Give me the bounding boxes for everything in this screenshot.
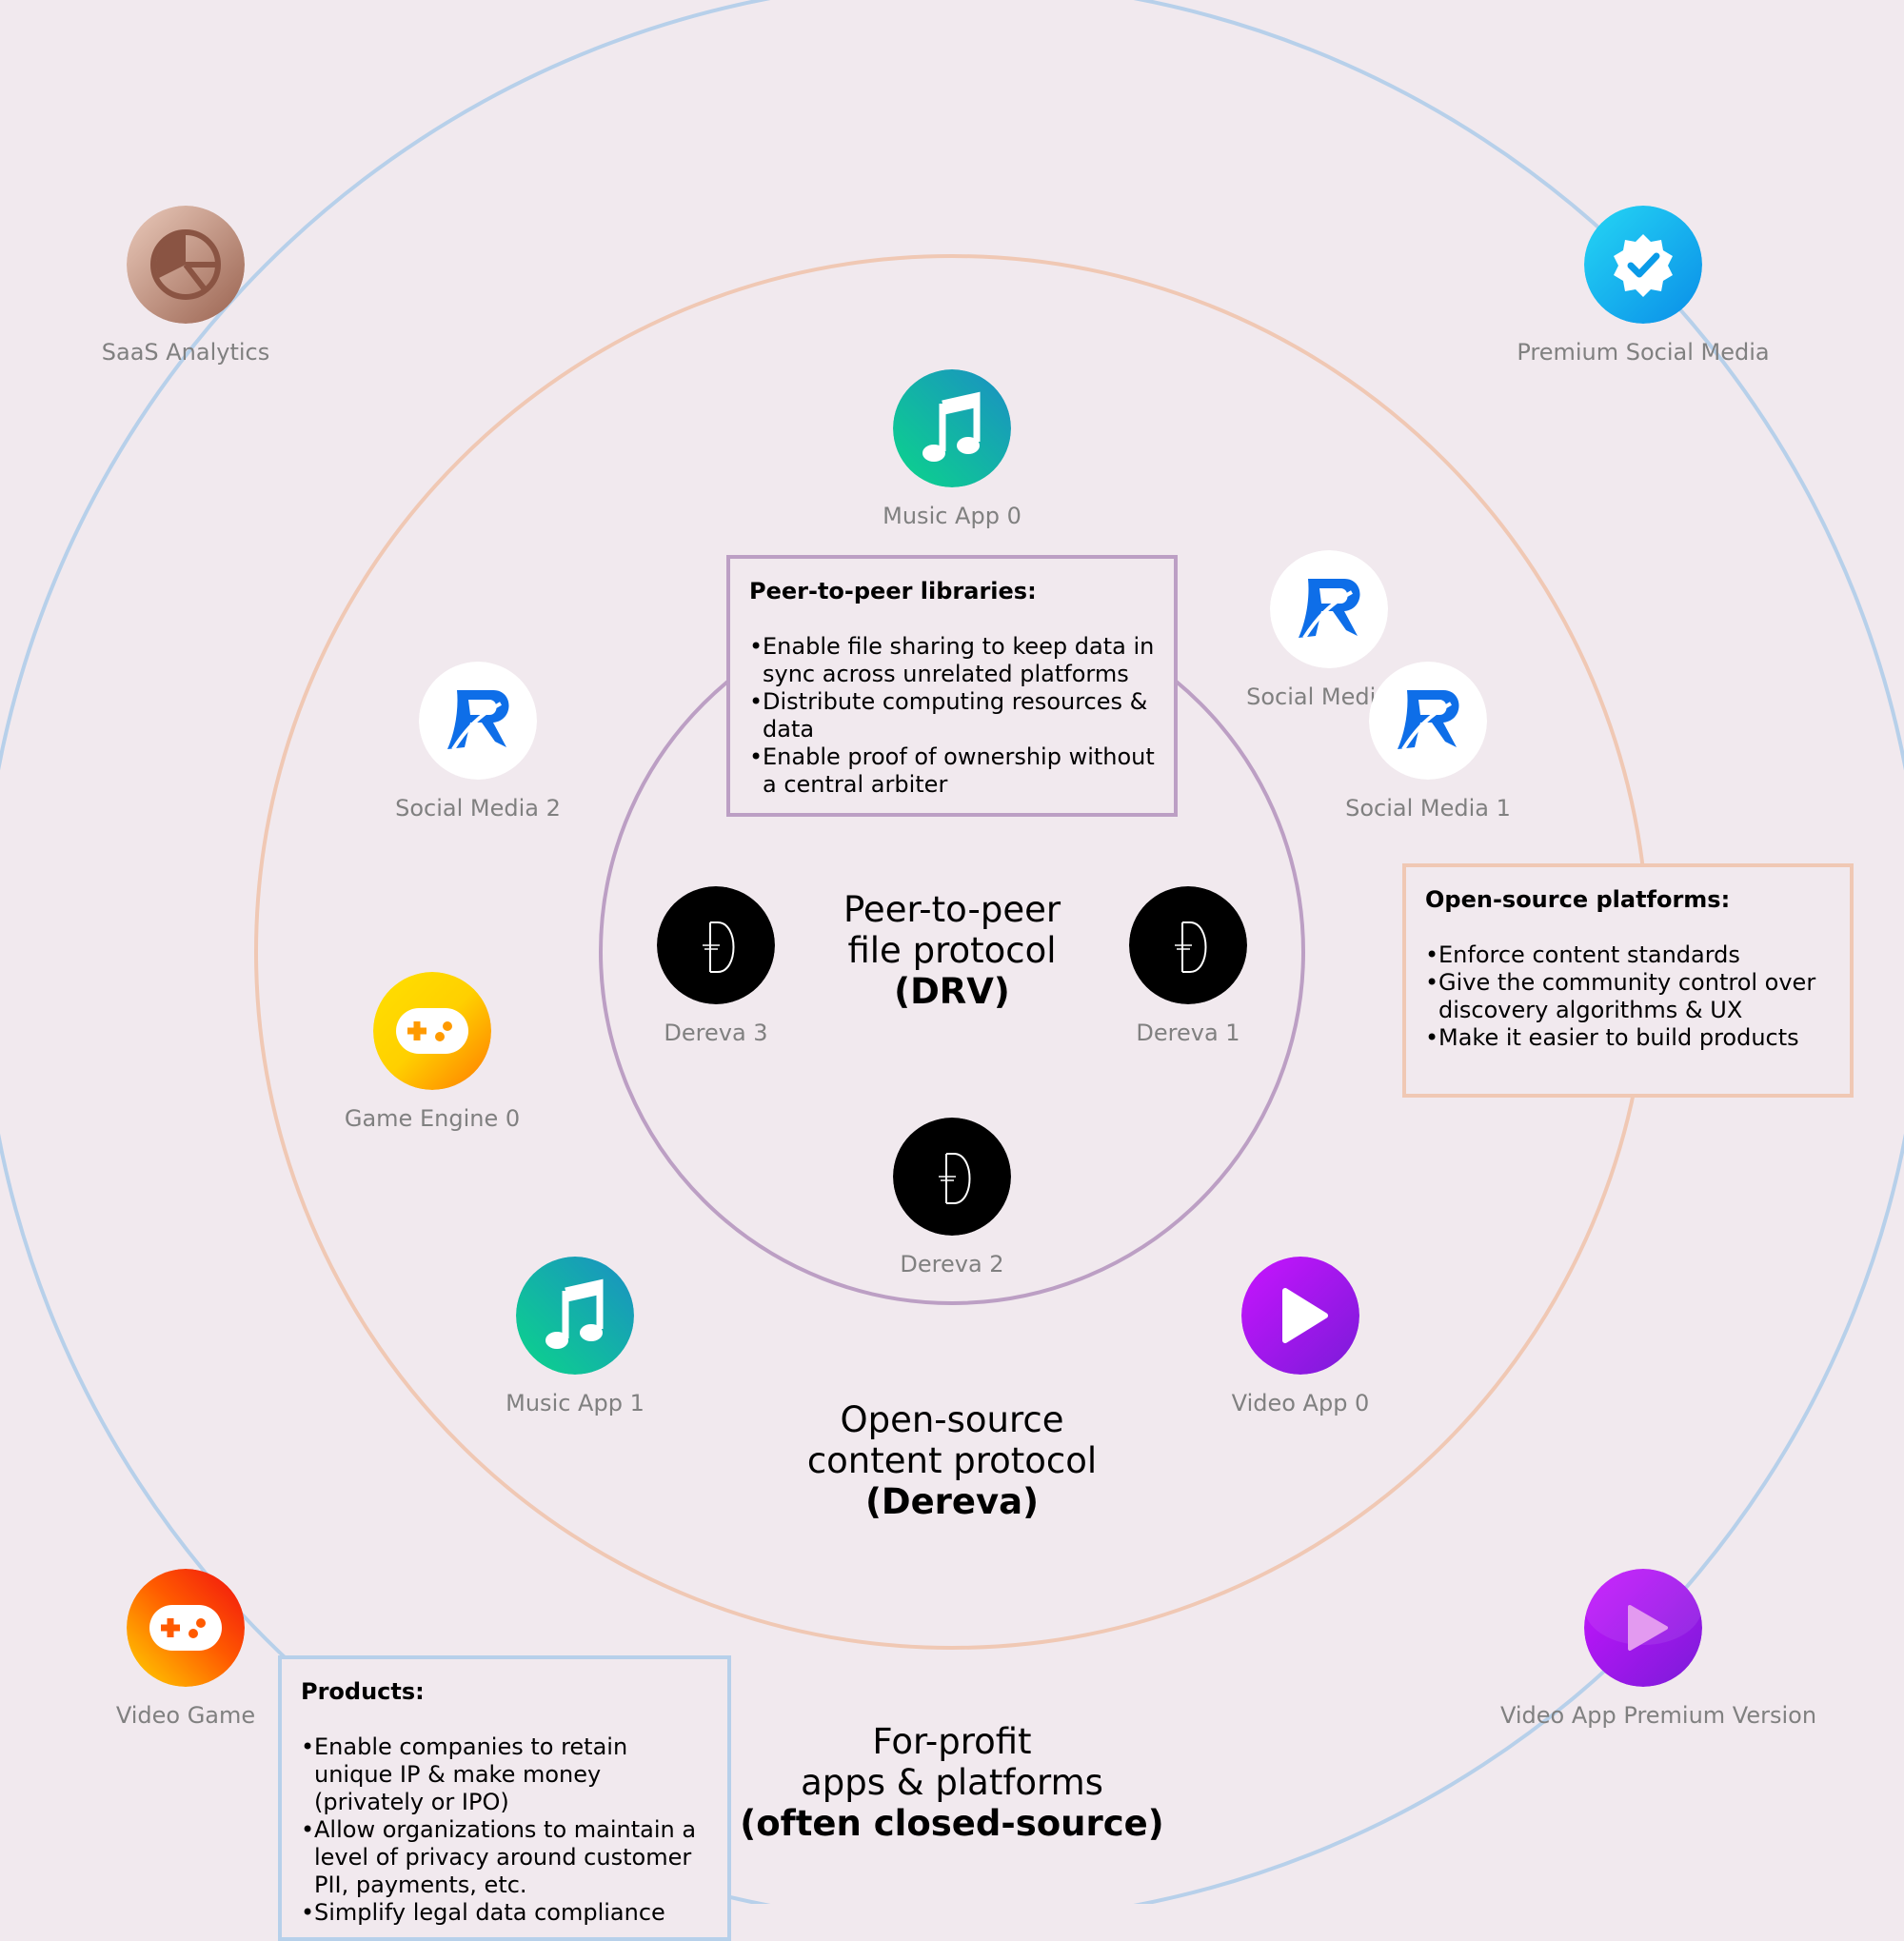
forprofit-label-line2: apps & platforms [801, 1762, 1103, 1803]
box-item: Give the community control over discover… [1425, 969, 1831, 1024]
node-video-app-premium[interactable]: Video App Premium Version [1500, 1569, 1817, 1729]
node-premium-social-media[interactable]: Premium Social Media [1500, 206, 1786, 366]
p2p-libraries-box: Peer-to-peer libraries: Enable file shar… [726, 555, 1178, 817]
open-source-platforms-box: Open-source platforms: Enforce content s… [1402, 863, 1854, 1098]
box-item: Simplify legal data compliance [301, 1899, 708, 1927]
node-label: Social Media 2 [395, 795, 561, 822]
music-note-icon [516, 1257, 634, 1375]
node-game-engine-0[interactable]: Game Engine 0 [289, 972, 575, 1132]
quill-r-logo-icon [419, 662, 537, 780]
dereva-label-line3: (Dereva) [864, 1481, 1040, 1522]
box-list: Enable companies to retain unique IP & m… [301, 1733, 708, 1927]
dereva-protocol-label: Open-source content protocol (Dereva) [666, 1399, 1238, 1522]
dereva-logo-icon [657, 886, 775, 1004]
box-title: Products: [301, 1678, 425, 1705]
box-list: Enable file sharing to keep data in sync… [749, 633, 1155, 799]
dereva-label-line1: Open-source [840, 1399, 1064, 1440]
play-icon [1241, 1257, 1359, 1375]
node-label: Dereva 3 [664, 1020, 768, 1046]
music-note-icon [893, 369, 1011, 487]
quill-r-logo-icon [1270, 550, 1388, 668]
node-label: Dereva 1 [1136, 1020, 1240, 1046]
quill-r-logo-icon [1369, 662, 1487, 780]
box-item: Make it easier to build products [1425, 1024, 1831, 1052]
forprofit-label-line1: For-profit [872, 1721, 1032, 1762]
node-label: Music App 0 [883, 503, 1021, 529]
box-item: Allow organizations to maintain a level … [301, 1816, 708, 1899]
node-label: Music App 1 [506, 1390, 645, 1416]
node-social-media-2[interactable]: Social Media 2 [335, 662, 621, 822]
forprofit-label: For-profit apps & platforms (often close… [666, 1721, 1238, 1844]
products-box: Products: Enable companies to retain uni… [278, 1655, 731, 1941]
node-video-app-0[interactable]: Video App 0 [1158, 1257, 1443, 1416]
node-label: Video App Premium Version [1500, 1702, 1817, 1729]
dereva-logo-icon [893, 1118, 1011, 1236]
node-label: Game Engine 0 [344, 1105, 521, 1132]
play-icon [1584, 1569, 1702, 1687]
node-dereva-1[interactable]: Dereva 1 [1045, 886, 1331, 1046]
verified-badge-icon [1584, 206, 1702, 324]
box-item: Enable proof of ownership without a cent… [749, 743, 1155, 799]
dereva-label-line2: content protocol [806, 1440, 1098, 1481]
box-item: Enable file sharing to keep data in sync… [749, 633, 1155, 688]
forprofit-label-line3: (often closed-source) [740, 1803, 1164, 1844]
node-label: Video App 0 [1231, 1390, 1370, 1416]
box-title: Peer-to-peer libraries: [749, 578, 1037, 604]
box-item: Enable companies to retain unique IP & m… [301, 1733, 708, 1816]
box-list: Enforce content standards Give the commu… [1425, 941, 1831, 1052]
gamepad-icon [127, 1569, 245, 1687]
node-music-app-0[interactable]: Music App 0 [809, 369, 1095, 529]
box-item: Enforce content standards [1425, 941, 1831, 969]
node-social-media-1[interactable]: Social Media 1 [1285, 662, 1571, 822]
dereva-logo-icon [1129, 886, 1247, 1004]
node-music-app-1[interactable]: Music App 1 [432, 1257, 718, 1416]
node-saas-analytics[interactable]: SaaS Analytics [43, 206, 328, 366]
node-label: SaaS Analytics [101, 339, 270, 366]
node-label: Dereva 2 [900, 1251, 1004, 1277]
node-label: Social Media 1 [1345, 795, 1511, 822]
gamepad-icon [373, 972, 491, 1090]
box-item: Distribute computing resources & data [749, 688, 1155, 743]
node-dereva-3[interactable]: Dereva 3 [573, 886, 859, 1046]
pie-chart-icon [127, 206, 245, 324]
box-title: Open-source platforms: [1425, 886, 1731, 913]
node-dereva-2[interactable]: Dereva 2 [809, 1118, 1095, 1277]
node-label: Premium Social Media [1517, 339, 1770, 366]
